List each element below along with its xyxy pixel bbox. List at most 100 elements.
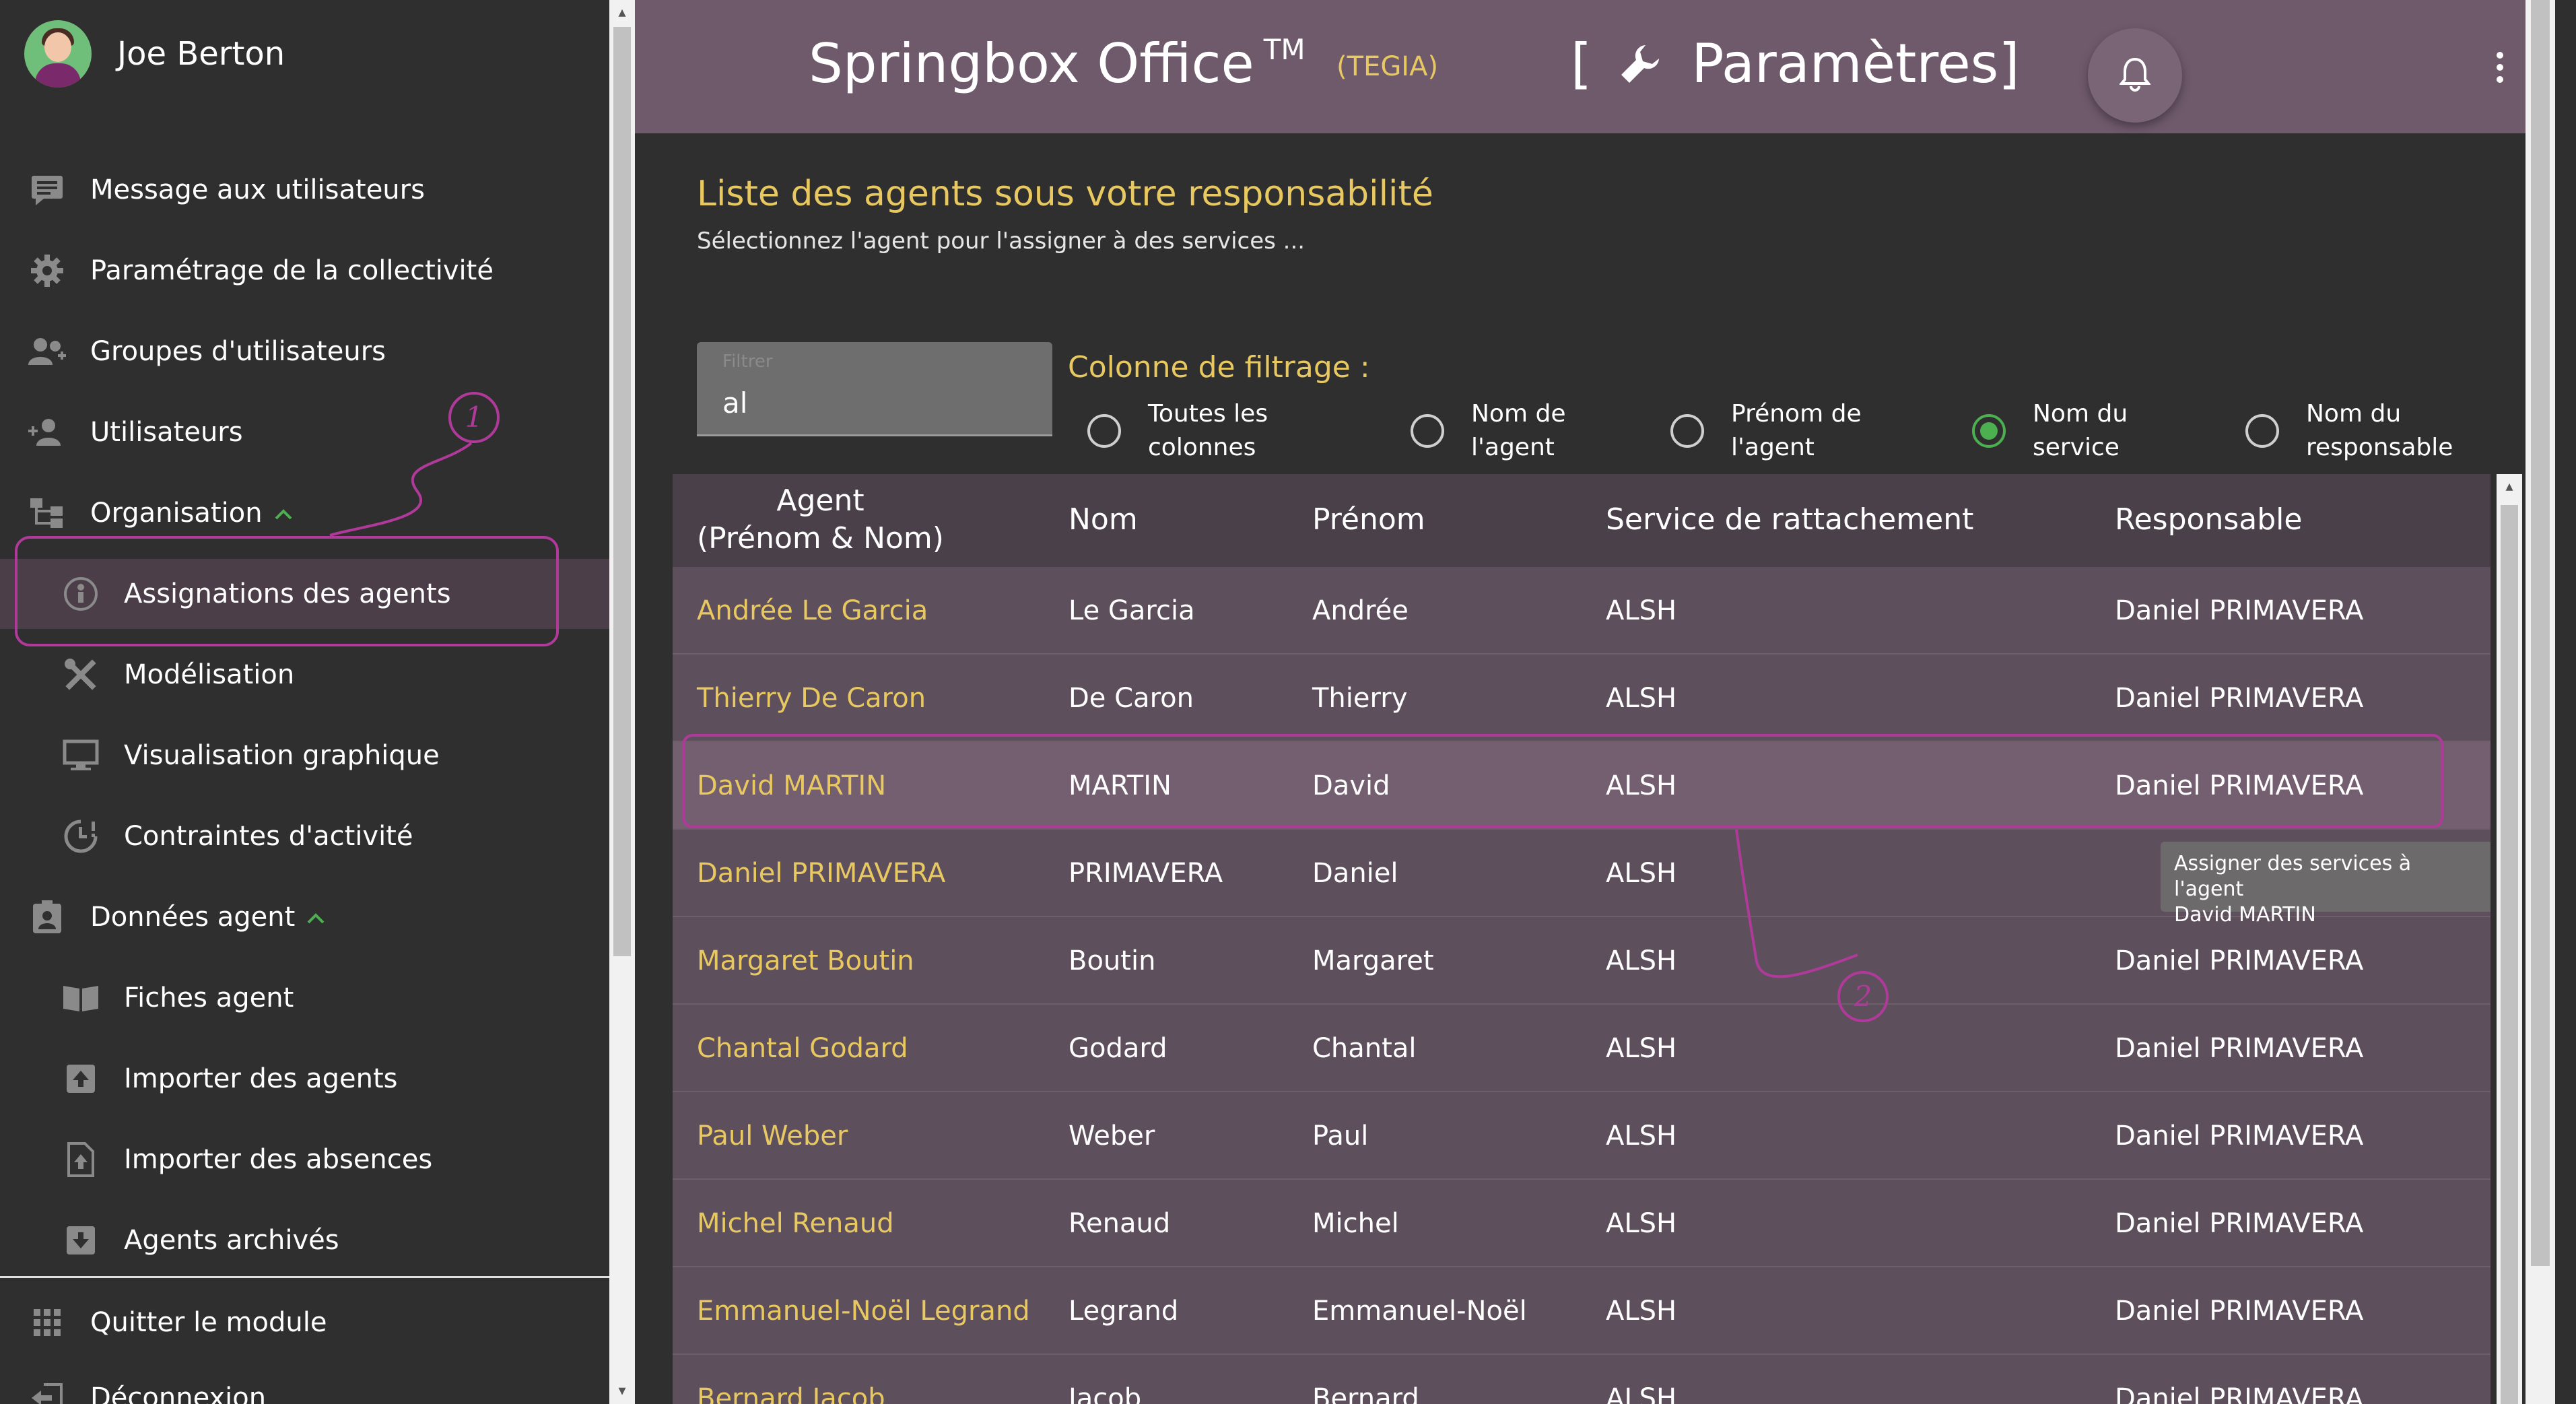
header-nom[interactable]: Nom [1069,502,1138,537]
sidebar-item-contraintes[interactable]: Contraintes d'activité [0,801,609,871]
filter-input[interactable]: Filtrer al [697,342,1052,436]
cell-nom: Legrand [1069,1296,1179,1327]
radio-agent-firstname[interactable]: Prénom de l'agent [1670,397,1893,465]
notification-button[interactable] [2088,28,2182,123]
cell-service: ALSH [1606,1208,1677,1239]
cell-responsable: Daniel PRIMAVERA [2115,1208,2364,1239]
cell-agent[interactable]: Bernard Jacob [697,1355,885,1404]
badge-icon [27,897,67,937]
header-agent[interactable]: Agent (Prénom & Nom) [697,482,944,558]
sidebar-item-label: Déconnexion [90,1382,267,1404]
radio-circle[interactable] [1670,414,1704,448]
sidebar-item-label: Importer des absences [124,1144,433,1175]
sidebar-divider [0,1276,609,1278]
user-name: Joe Berton [117,35,285,73]
cell-agent[interactable]: Andrée Le Garcia [697,567,928,655]
sidebar-scrollbar[interactable]: ▴ ▾ [609,0,635,1404]
radio-circle[interactable] [1087,414,1121,448]
table-row[interactable]: Chantal Godard Godard Chantal ALSH Daniel PR… [673,1005,2490,1092]
sidebar-item-importer-agents[interactable]: Importer des agents [0,1044,609,1114]
cell-nom: PRIMAVERA [1069,858,1223,889]
scroll-up-arrow-icon[interactable]: ▴ [609,0,635,26]
annotation-box-2 [682,734,2443,828]
radio-label: Prénom de l'agent [1731,400,1862,461]
table-row[interactable]: Paul Weber Weber Paul ALSH Daniel PRIMAVERA [673,1092,2490,1180]
table-row[interactable]: Michel Renaud Renaud Michel ALSH Daniel PRIM… [673,1180,2490,1267]
sidebar-item-label: Modélisation [124,659,295,690]
sidebar-item-importer-absences[interactable]: Importer des absences [0,1125,609,1195]
cell-prenom: Daniel [1312,858,1398,889]
cell-nom: Weber [1069,1121,1155,1151]
app-header: Springbox Office TM (TEGIA) [ Paramètres] [635,0,2555,133]
radio-agent-name[interactable]: Nom de l'agent [1411,397,1633,465]
radio-label: Nom de l'agent [1471,400,1566,461]
table-scrollbar[interactable]: ▴ [2497,474,2522,1404]
monitor-icon [61,735,101,776]
cell-service: ALSH [1606,683,1677,714]
radio-manager-name[interactable]: Nom du responsable [2245,397,2468,465]
scroll-up-arrow-icon[interactable]: ▴ [2497,474,2522,500]
radio-label: Nom du service [2033,400,2128,461]
page-scrollbar[interactable] [2526,0,2555,1404]
cell-responsable: Daniel PRIMAVERA [2115,1121,2364,1151]
sidebar-item-utilisateurs[interactable]: Utilisateurs [0,397,609,467]
cell-agent[interactable]: Daniel PRIMAVERA [697,830,945,917]
archive-icon [61,1220,101,1261]
radio-circle[interactable] [1972,414,2006,448]
cell-prenom: Margaret [1312,945,1434,976]
table-row[interactable]: Andrée Le Garcia Le Garcia Andrée ALSH Danie… [673,567,2490,655]
sidebar-item-groupes[interactable]: Groupes d'utilisateurs [0,316,609,387]
cell-agent[interactable]: Thierry De Caron [697,655,926,742]
cell-agent[interactable]: Emmanuel-Noël Legrand [697,1267,1030,1355]
filter-column-label: Colonne de filtrage : [1068,350,1370,385]
header-prenom[interactable]: Prénom [1312,502,1425,537]
radio-circle[interactable] [2245,414,2279,448]
header-service[interactable]: Service de rattachement [1606,502,1973,537]
table-row[interactable]: Bernard Jacob Jacob Bernard ALSH Daniel PRIM… [673,1355,2490,1404]
radio-service-name[interactable]: Nom du service [1972,397,2194,465]
sidebar-item-label: Groupes d'utilisateurs [90,336,386,367]
page-title: Liste des agents sous votre responsabili… [697,174,1433,214]
cell-agent[interactable]: Chantal Godard [697,1005,908,1092]
sidebar-item-label: Message aux utilisateurs [90,174,425,205]
sidebar-item-deconnexion[interactable]: Déconnexion [0,1363,609,1404]
sidebar-item-donnees-agent[interactable]: Données agent [0,882,609,952]
page-scroll-thumb[interactable] [2531,0,2550,1266]
filter-label: Filtrer [722,352,773,372]
section-name: Paramètres] [1691,32,2020,95]
sidebar-scroll-thumb[interactable] [613,27,631,956]
more-menu-button[interactable] [2480,42,2520,96]
user-add-icon [27,412,67,453]
sidebar-item-parametrage[interactable]: Paramétrage de la collectivité [0,236,609,306]
table-scroll-thumb[interactable] [2501,505,2518,1404]
cell-service: ALSH [1606,1296,1677,1327]
radio-all-columns[interactable]: Toutes les colonnes [1087,397,1310,465]
cell-agent[interactable]: Margaret Boutin [697,917,914,1005]
radio-circle[interactable] [1411,414,1444,448]
sidebar: Joe Berton Message aux utilisateurs Para… [0,0,609,1404]
cell-agent[interactable]: Michel Renaud [697,1180,894,1267]
org-badge: (TEGIA) [1336,51,1439,82]
sidebar-item-fiches-agent[interactable]: Fiches agent [0,963,609,1033]
table-row[interactable]: Emmanuel-Noël Legrand Legrand Emmanuel-Noë… [673,1267,2490,1355]
sidebar-item-quitter[interactable]: Quitter le module [0,1288,609,1358]
sidebar-item-label: Importer des agents [124,1063,398,1094]
sidebar-item-message[interactable]: Message aux utilisateurs [0,155,609,225]
user-profile[interactable]: Joe Berton [24,20,285,88]
cell-service: ALSH [1606,1121,1677,1151]
sidebar-item-label: Paramétrage de la collectivité [90,255,494,286]
sidebar-item-agents-archives[interactable]: Agents archivés [0,1205,609,1275]
sidebar-item-label: Agents archivés [124,1225,339,1256]
clock-alert-icon [61,816,101,857]
scroll-down-arrow-icon[interactable]: ▾ [609,1378,635,1404]
table-row[interactable]: Thierry De Caron De Caron Thierry ALSH Danie… [673,655,2490,742]
file-import-icon [61,1139,101,1180]
cell-agent[interactable]: Paul Weber [697,1092,848,1180]
group-icon [27,331,67,372]
trademark: TM [1263,33,1306,66]
filter-value[interactable]: al [722,387,747,420]
table-row[interactable]: Margaret Boutin Boutin Margaret ALSH Daniel … [673,917,2490,1005]
sidebar-item-visualisation[interactable]: Visualisation graphique [0,721,609,791]
header-responsable[interactable]: Responsable [2115,502,2302,537]
sidebar-item-modelisation[interactable]: Modélisation [0,640,609,710]
